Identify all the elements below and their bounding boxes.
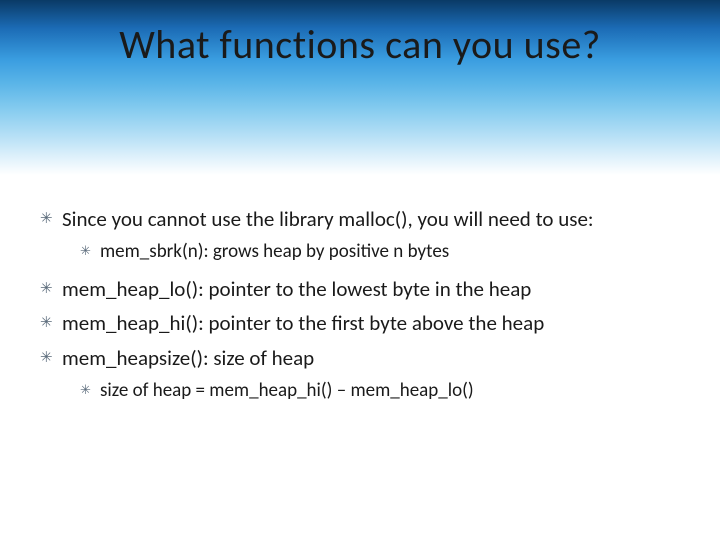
bullet-text: Since you cannot use the library malloc(… [62, 206, 594, 232]
bullet-level2: mem_sbrk(n): grows heap by positive n by… [40, 239, 680, 265]
slide-body: Since you cannot use the library malloc(… [0, 175, 720, 404]
bullet-text: mem_sbrk(n): grows heap by positive n by… [100, 240, 449, 263]
bullet-text: mem_heap_hi(): pointer to the first byte… [62, 310, 544, 336]
bullet-level1: mem_heap_lo(): pointer to the lowest byt… [40, 275, 680, 303]
slide: What functions can you use? Since you ca… [0, 0, 720, 540]
bullet-level1: Since you cannot use the library malloc(… [40, 205, 680, 233]
slide-title: What functions can you use? [0, 20, 720, 69]
slide-header: What functions can you use? [0, 0, 720, 175]
bullet-level1: mem_heap_hi(): pointer to the first byte… [40, 309, 680, 337]
bullet-level1: mem_heapsize(): size of heap [40, 344, 680, 372]
bullet-text: size of heap = mem_heap_hi() – mem_heap_… [100, 379, 474, 402]
bullet-text: mem_heapsize(): size of heap [62, 345, 314, 371]
bullet-text: mem_heap_lo(): pointer to the lowest byt… [62, 276, 531, 302]
bullet-level2: size of heap = mem_heap_hi() – mem_heap_… [40, 378, 680, 404]
